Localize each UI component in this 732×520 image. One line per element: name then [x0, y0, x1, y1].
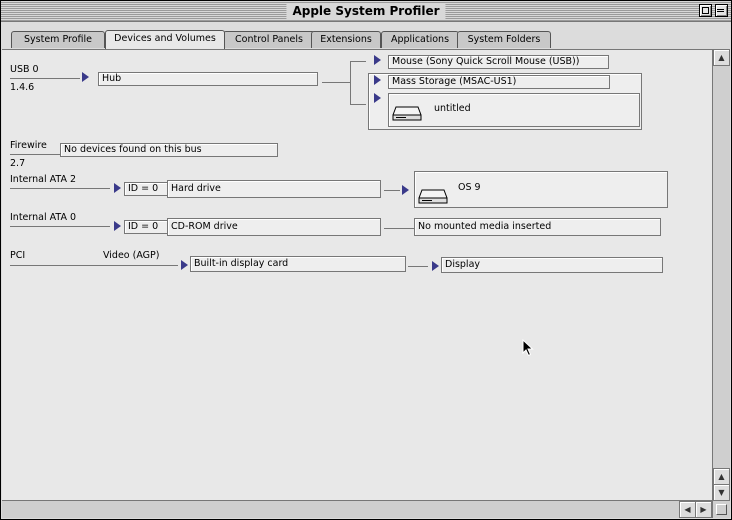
disk-drive-icon — [392, 106, 422, 121]
firewire-bus-line — [10, 154, 60, 155]
zoom-box-icon[interactable] — [699, 4, 712, 17]
pci-display-box[interactable]: Display — [441, 257, 663, 273]
ata2-device-box[interactable]: Hard drive — [167, 180, 381, 198]
usb-bus-line — [10, 78, 80, 79]
usb-hub-box[interactable]: Hub — [98, 72, 318, 86]
disk-drive-icon — [418, 189, 448, 204]
profiler-window: Apple System Profiler System Profile Dev… — [0, 0, 732, 520]
title-bar[interactable]: Apple System Profiler — [1, 1, 731, 22]
usb-volume-box[interactable] — [388, 93, 640, 127]
disclosure-triangle-icon[interactable] — [374, 55, 381, 65]
disclosure-triangle-icon[interactable] — [181, 260, 188, 270]
ata0-media-status-box: No mounted media inserted — [414, 218, 661, 236]
disclosure-triangle-icon[interactable] — [114, 183, 121, 193]
devices-panel: USB 0 1.4.6 Hub Mouse (Sony Quick Scroll… — [2, 49, 713, 501]
scroll-up-icon[interactable]: ▲ — [713, 468, 730, 485]
scroll-down-icon[interactable]: ▼ — [713, 484, 730, 501]
ata2-bus-line — [10, 188, 110, 189]
vertical-scrollbar[interactable]: ▲ ▲ ▼ — [712, 49, 730, 501]
firewire-status-box: No devices found on this bus — [60, 143, 278, 157]
ata0-device-box[interactable]: CD-ROM drive — [167, 218, 381, 236]
pci-bus-label: PCI — [10, 250, 26, 261]
disclosure-triangle-icon[interactable] — [374, 75, 381, 85]
collapse-box-icon[interactable] — [715, 4, 728, 17]
pci-bus-line — [10, 265, 178, 266]
firewire-version: 2.7 — [10, 158, 26, 169]
tab-control-panels[interactable]: Control Panels — [223, 31, 315, 48]
disclosure-triangle-icon[interactable] — [402, 185, 409, 195]
ata2-volume-name: OS 9 — [458, 182, 481, 193]
disclosure-triangle-icon[interactable] — [114, 221, 121, 231]
ata0-connector — [384, 228, 414, 229]
pci-connector — [408, 266, 428, 267]
usb-mouse-box[interactable]: Mouse (Sony Quick Scroll Mouse (USB)) — [388, 55, 609, 69]
tab-system-folders[interactable]: System Folders — [457, 31, 551, 48]
usb-version: 1.4.6 — [10, 82, 35, 93]
usb-mass-storage-box[interactable]: Mass Storage (MSAC-US1) — [388, 75, 610, 89]
scroll-up-icon[interactable]: ▲ — [713, 49, 730, 66]
scroll-left-icon[interactable]: ◀ — [679, 501, 696, 518]
usb-branch-bottom — [350, 104, 366, 105]
ata2-volume-box[interactable] — [414, 171, 668, 208]
ata0-bus-line — [10, 226, 110, 227]
ata2-bus-label: Internal ATA 2 — [10, 174, 77, 185]
scroll-right-icon[interactable]: ▶ — [695, 501, 712, 518]
window-title: Apple System Profiler — [286, 3, 446, 19]
usb-branch-top — [350, 61, 366, 62]
disclosure-triangle-icon[interactable] — [432, 261, 439, 271]
disclosure-triangle-icon[interactable] — [374, 93, 381, 103]
firewire-bus-label: Firewire — [10, 140, 47, 151]
tab-applications[interactable]: Applications — [381, 31, 459, 48]
ata0-id-box: ID = 0 — [124, 220, 169, 234]
resize-grow-box-icon[interactable] — [712, 500, 730, 518]
tab-devices-and-volumes[interactable]: Devices and Volumes — [105, 30, 225, 49]
tab-system-profile[interactable]: System Profile — [11, 31, 105, 48]
ata2-connector — [384, 190, 400, 191]
usb-hub-connector — [322, 82, 350, 83]
horizontal-scrollbar[interactable]: ◀ ▶ — [2, 500, 712, 518]
tab-extensions[interactable]: Extensions — [311, 31, 381, 48]
pci-card-box[interactable]: Built-in display card — [190, 256, 406, 272]
ata0-bus-label: Internal ATA 0 — [10, 212, 77, 223]
usb-branch-line — [350, 61, 351, 104]
arrow-cursor-icon — [522, 339, 534, 357]
disclosure-triangle-icon[interactable] — [82, 72, 89, 82]
ata2-id-box: ID = 0 — [124, 182, 169, 196]
usb-volume-name: untitled — [434, 103, 471, 114]
pci-slot-label: Video (AGP) — [103, 250, 160, 261]
usb-bus-label: USB 0 — [10, 64, 39, 75]
